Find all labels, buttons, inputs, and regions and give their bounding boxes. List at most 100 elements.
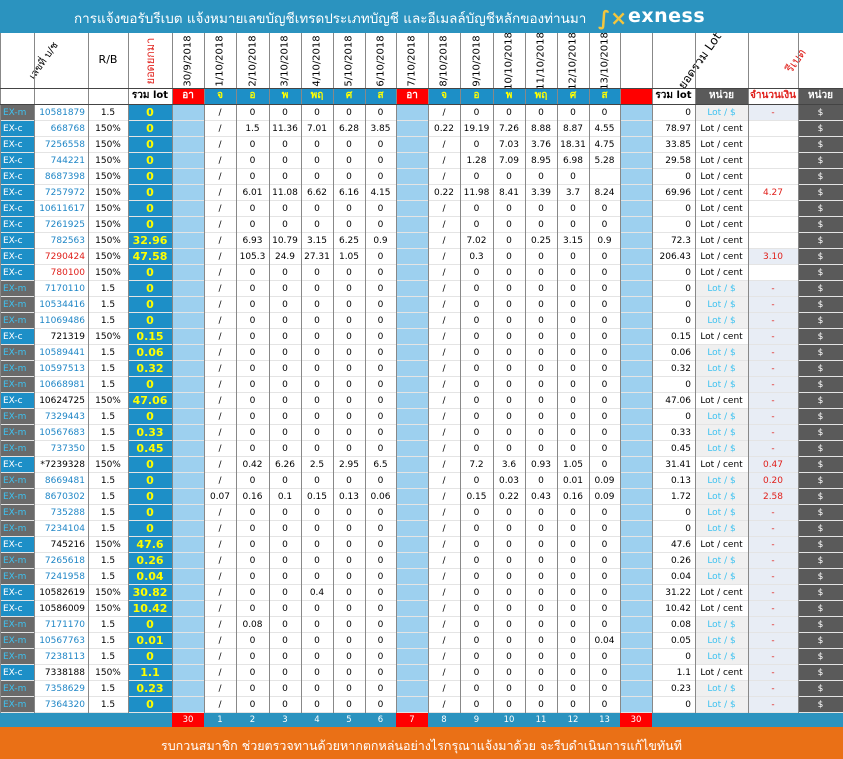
daily-lot-0 <box>172 425 204 441</box>
daily-lot-9: 0 <box>473 524 480 534</box>
daily-lot-6: 0 <box>377 364 384 374</box>
daily-lot-0 <box>172 169 204 185</box>
date-header-6: 6/10/2018 <box>365 33 396 88</box>
daily-lot-12: 0 <box>570 364 576 374</box>
daily-lot-12: 0 <box>570 636 576 646</box>
daily-lot-2: 6.93 <box>242 236 263 246</box>
daily-lot-9: 0 <box>473 412 480 422</box>
footer-day-14: 30 <box>620 713 652 727</box>
footer-message: รบกวนสมาชิก ช่วยตรวจทานด้วยหากตกหล่นอย่า… <box>161 738 682 753</box>
daily-lot-5: 0 <box>346 556 352 566</box>
daily-lot-6: 6.5 <box>373 460 388 470</box>
daily-lot-1: / <box>218 220 222 230</box>
daily-lot-8: / <box>442 204 446 214</box>
prev-balance: 30.82 <box>132 586 168 599</box>
account-number: 780100 <box>50 268 85 278</box>
rebate-amount: - <box>748 409 798 425</box>
column-divider <box>620 33 621 713</box>
daily-lot-0 <box>172 601 204 617</box>
total-lot: 0.04 <box>670 572 691 582</box>
daily-lot-2: 0 <box>249 316 256 326</box>
daily-lot-6: 0 <box>377 636 384 646</box>
daily-lot-4: 0 <box>314 524 320 534</box>
sub-amount-label: จำนวนเงิน <box>750 90 796 101</box>
date-header-12-text: 12/10/2018 <box>567 31 579 90</box>
daily-lot-3: 24.9 <box>274 252 296 262</box>
daily-lot-10: 7.09 <box>498 156 520 166</box>
rebate-amount <box>748 233 798 249</box>
daily-lot-5: 6.28 <box>338 124 360 134</box>
daily-lot-1: / <box>218 156 222 166</box>
daily-lot-1: / <box>218 572 222 582</box>
daily-lot-1: / <box>218 460 222 470</box>
daily-lot-12: 0 <box>570 508 576 518</box>
daily-lot-3: 0 <box>282 540 288 550</box>
daily-lot-0 <box>172 361 204 377</box>
account-header-text: เลขที่ บ/ช <box>27 39 61 82</box>
daily-lot-4: 0 <box>314 300 320 310</box>
rebate-rate: 150% <box>95 140 121 150</box>
currency-label: $ <box>817 204 824 214</box>
daily-lot-0 <box>172 569 204 585</box>
unit-label: Lot / cent <box>695 217 748 233</box>
daily-lot-11: 0 <box>538 428 544 438</box>
account-number: 10581879 <box>39 108 85 118</box>
daily-lot-9: 0 <box>473 556 480 566</box>
account-number: 7257972 <box>44 188 85 198</box>
daily-lot-10: 0 <box>506 684 512 694</box>
daily-lot-4: 0 <box>314 444 320 454</box>
date-header-1: 1/10/2018 <box>204 33 236 88</box>
rb-header: R/B <box>88 33 128 88</box>
daily-lot-11: 0 <box>538 508 544 518</box>
daily-lot-2: 0 <box>249 172 256 182</box>
daily-lot-10: 0 <box>506 508 512 518</box>
prev-balance: 47.06 <box>132 394 168 407</box>
daily-lot-8: / <box>442 668 446 678</box>
daily-lot-3: 0 <box>282 604 288 614</box>
daily-lot-12: 0 <box>570 204 576 214</box>
daily-lot-4: 0 <box>314 412 320 422</box>
account-type: EX-m <box>0 105 34 121</box>
daily-lot-2: 105.3 <box>239 252 266 262</box>
daily-lot-7 <box>396 569 428 585</box>
table-row: EX-c 8687398 150% 0 / 0 0 0 0 0 / 0 0 0 0 0 Lot / cent $ <box>0 169 843 185</box>
daily-lot-10: 0 <box>506 252 512 262</box>
daily-lot-7 <box>396 473 428 489</box>
daily-lot-10: 0 <box>506 636 512 646</box>
rebate-amount <box>748 217 798 233</box>
daily-lot-2: 0.16 <box>242 492 263 502</box>
daily-lot-1: / <box>218 284 222 294</box>
currency-label: $ <box>817 428 824 438</box>
daily-lot-14 <box>620 489 652 505</box>
table-row: EX-m 7329443 1.5 0 / 0 0 0 0 0 / 0 0 0 0 0 0 Lot / $ - $ <box>0 409 843 425</box>
rebate-amount: 0.47 <box>748 457 798 473</box>
prev-balance: 0 <box>146 378 154 391</box>
daily-lot-5: 0 <box>346 684 352 694</box>
rebate-amount: - <box>748 377 798 393</box>
daily-lot-3: 0 <box>282 332 288 342</box>
daily-lot-8: / <box>442 268 446 278</box>
daily-lot-7 <box>396 249 428 265</box>
daily-lot-4: 0 <box>314 620 320 630</box>
daily-lot-12: 0 <box>570 604 576 614</box>
daily-lot-2: 0 <box>249 332 256 342</box>
daily-lot-5: 0 <box>346 268 352 278</box>
daily-lot-1: / <box>218 396 222 406</box>
daily-lot-11: 0 <box>538 524 544 534</box>
daily-lot-3: 0 <box>282 316 288 326</box>
daily-lot-2: 0 <box>249 156 256 166</box>
account-number: 10589441 <box>39 348 85 358</box>
daily-lot-10: 0 <box>506 236 512 246</box>
daily-lot-9: 0 <box>473 588 480 598</box>
unit-label: Lot / $ <box>695 361 748 377</box>
daily-lot-8: / <box>442 652 446 662</box>
rebate-amount: - <box>748 441 798 457</box>
daily-lot-2: 0 <box>249 204 256 214</box>
daily-lot-10: 0 <box>506 572 512 582</box>
daily-lot-5: 6.16 <box>338 188 360 198</box>
total-lot: 0 <box>685 700 691 710</box>
daily-lot-3: 0 <box>282 172 288 182</box>
account-type: EX-m <box>0 505 34 521</box>
daily-lot-10: 0 <box>506 588 512 598</box>
footer-day-4: 4 <box>314 715 320 725</box>
